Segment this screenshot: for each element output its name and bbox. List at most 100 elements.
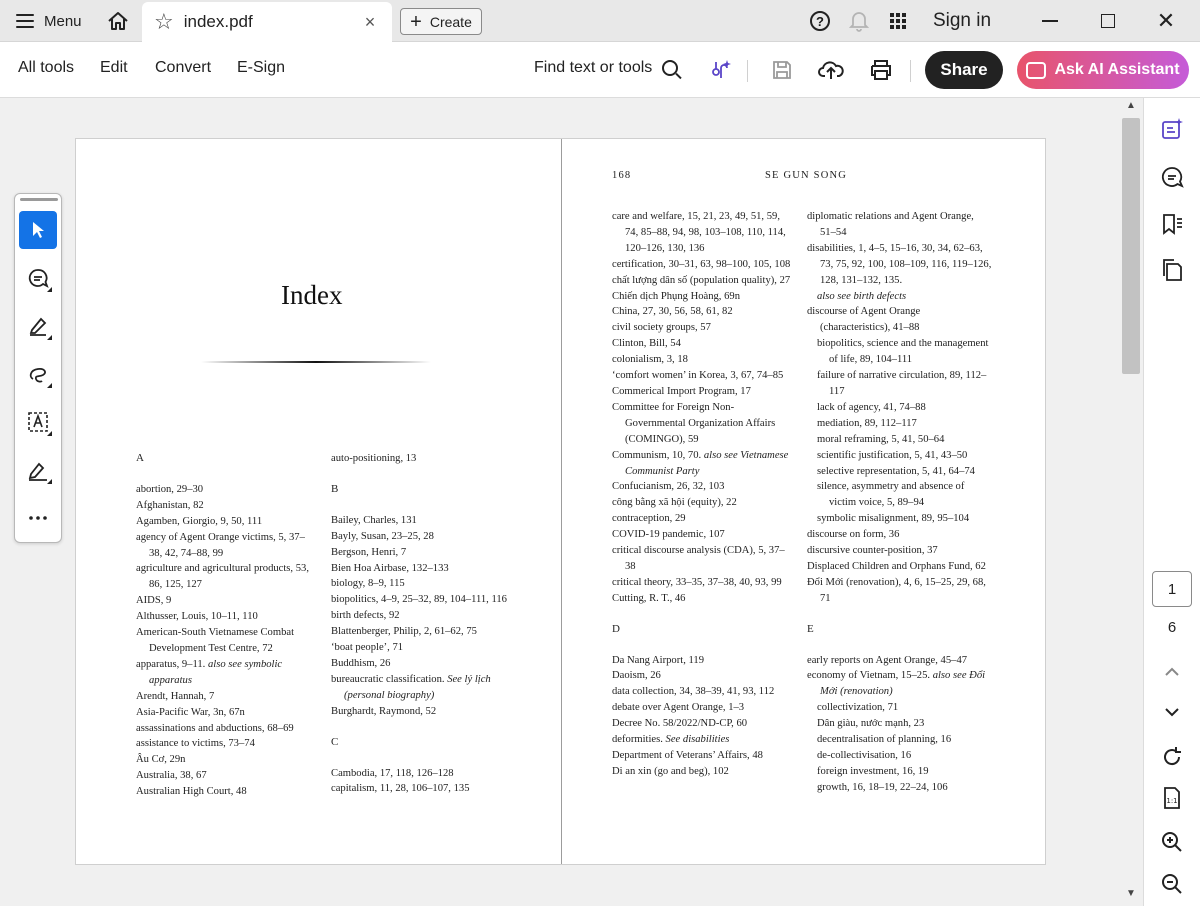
apps-button[interactable]: [886, 0, 910, 42]
esign-menu[interactable]: E-Sign: [237, 59, 285, 77]
search-icon: [662, 60, 679, 76]
entry-text: scientific justification, 5, 41, 43–50: [817, 449, 968, 461]
index-entry: bureaucratic classification. See lý lịch…: [331, 672, 509, 704]
actual-size-icon: 1:1: [1164, 787, 1180, 809]
pages-panel-button[interactable]: [1156, 254, 1188, 286]
cross-reference: also see birth defects: [817, 290, 907, 302]
index-entry: Bayly, Susan, 23–25, 28: [331, 529, 509, 545]
edit-menu[interactable]: Edit: [100, 59, 128, 77]
previous-page-button[interactable]: [1156, 656, 1188, 688]
index-entry: Cambodia, 17, 118, 126–128: [331, 766, 509, 782]
select-tool[interactable]: [19, 211, 57, 249]
entry-text: Clinton, Bill, 54: [612, 338, 681, 350]
save-button[interactable]: [768, 56, 796, 84]
index-subentry: selective representation, 5, 41, 64–74: [807, 464, 992, 480]
maximize-button[interactable]: [1094, 0, 1122, 42]
index-spacer: [331, 751, 509, 766]
entry-text: Committee for Foreign Non-Governmental O…: [612, 401, 776, 445]
ai-tools-button[interactable]: [707, 56, 735, 84]
index-entry: ‘boat people’, 71: [331, 640, 509, 656]
comments-panel-button[interactable]: [1156, 161, 1188, 193]
index-entry: Âu Cơ, 29n: [136, 752, 314, 768]
entry-text: colonialism, 3, 18: [612, 354, 688, 366]
zoom-out-button[interactable]: [1156, 868, 1188, 900]
scroll-down-icon[interactable]: ▼: [1124, 888, 1138, 899]
index-spacer: [331, 467, 509, 482]
next-page-button[interactable]: [1156, 696, 1188, 728]
entry-text: Communism, 10, 70.: [612, 449, 704, 461]
drag-handle[interactable]: [20, 198, 58, 201]
sign-tool[interactable]: [19, 451, 57, 489]
star-icon[interactable]: ☆: [154, 11, 174, 33]
vertical-scrollbar[interactable]: ▲ ▼: [1120, 98, 1142, 906]
close-window-button[interactable]: ✕: [1152, 0, 1180, 42]
notifications-button[interactable]: [846, 0, 872, 42]
convert-menu[interactable]: Convert: [155, 59, 211, 77]
menu-button[interactable]: Menu: [8, 7, 90, 35]
rotate-button[interactable]: [1156, 741, 1188, 773]
ai-assistant-button[interactable]: Ask AI Assistant: [1017, 51, 1189, 89]
entry-text: Chiến dịch Phụng Hoàng, 69n: [612, 290, 740, 302]
tab-close-icon[interactable]: ×: [360, 12, 380, 33]
page-number: 168: [612, 170, 632, 181]
scrollbar-thumb[interactable]: [1122, 118, 1140, 374]
entry-text: diplomatic relations and Agent Orange, 5…: [807, 211, 974, 238]
bookmarks-panel-button[interactable]: [1156, 208, 1188, 240]
ai-assistant-icon: [1026, 61, 1047, 79]
entry-text: biopolitics, science and the management …: [817, 338, 989, 366]
entry-text: Cambodia, 17, 118, 126–128: [331, 767, 454, 779]
comment-tool[interactable]: [19, 259, 57, 297]
sign-in-button[interactable]: Sign in: [928, 0, 996, 42]
draw-tool[interactable]: [19, 355, 57, 393]
toolbar-divider: [747, 60, 748, 82]
entry-text: Dân giàu, nước mạnh, 23: [817, 718, 925, 730]
text-select-tool[interactable]: [19, 403, 57, 441]
heading-rule: [201, 361, 431, 363]
index-entry: Australia, 38, 67: [136, 768, 314, 784]
all-tools-menu[interactable]: All tools: [18, 59, 74, 77]
help-button[interactable]: ?: [806, 0, 834, 42]
entry-text: debate over Agent Orange, 1–3: [612, 702, 745, 714]
entry-text: civil society groups, 57: [612, 322, 711, 334]
print-button[interactable]: [867, 56, 895, 84]
index-entry: debate over Agent Orange, 1–3: [612, 700, 794, 716]
upload-button[interactable]: [817, 56, 845, 84]
entry-text: lack of agency, 41, 74–88: [817, 401, 926, 413]
toolbar-divider: [910, 60, 911, 82]
index-entry: Committee for Foreign Non-Governmental O…: [612, 400, 794, 448]
index-spacer: [807, 638, 992, 653]
highlight-tool[interactable]: [19, 307, 57, 345]
index-entry: capitalism, 11, 28, 106–107, 135: [331, 781, 509, 797]
current-page-input[interactable]: 1: [1152, 571, 1192, 607]
minimize-button[interactable]: [1036, 0, 1064, 42]
ai-tools-icon: [712, 60, 731, 78]
entry-text: assassinations and abductions, 68–69: [136, 722, 294, 734]
create-button[interactable]: + Create: [400, 8, 482, 35]
entry-text: biopolitics, 4–9, 25–32, 89, 104–111, 11…: [331, 594, 507, 606]
index-entry: critical discourse analysis (CDA), 5, 37…: [612, 543, 794, 575]
index-entry: Confucianism, 26, 32, 103: [612, 479, 794, 495]
ai-edit-panel-button[interactable]: [1156, 113, 1188, 145]
index-entry: assassinations and abductions, 68–69: [136, 721, 314, 737]
share-button[interactable]: Share: [925, 51, 1003, 89]
page-spread: Index Aabortion, 29–30 Afghanistan, 82 Aga…: [75, 138, 1046, 865]
running-head: SE GUN SONG: [765, 170, 848, 181]
index-entry: critical theory, 33–35, 37–38, 40, 93, 9…: [612, 575, 794, 591]
find-tools-search[interactable]: Find text or tools: [534, 59, 679, 77]
quick-tools-panel: [14, 193, 62, 543]
zoom-in-button[interactable]: [1156, 826, 1188, 858]
cross-reference: See disabilities: [665, 734, 730, 746]
index-subentry: de-collectivisation, 16: [807, 748, 992, 764]
document-viewport[interactable]: Index Aabortion, 29–30 Afghanistan, 82 Aga…: [0, 98, 1143, 906]
home-button[interactable]: [102, 7, 134, 35]
index-subentry: lack of agency, 41, 74–88: [807, 400, 992, 416]
document-tab[interactable]: ☆ index.pdf ×: [142, 2, 392, 42]
actual-size-button[interactable]: 1:1: [1156, 782, 1188, 814]
right-index-column-1: care and welfare, 15, 21, 23, 49, 51, 59…: [612, 209, 794, 780]
scroll-up-icon[interactable]: ▲: [1124, 100, 1138, 111]
right-side-panel: 1 6 1:1: [1143, 98, 1200, 906]
more-tools-button[interactable]: [19, 499, 57, 537]
chevron-down-icon: [1165, 708, 1179, 717]
index-entry: certification, 30–31, 63, 98–100, 105, 1…: [612, 257, 794, 273]
index-heading: Index: [281, 280, 343, 310]
